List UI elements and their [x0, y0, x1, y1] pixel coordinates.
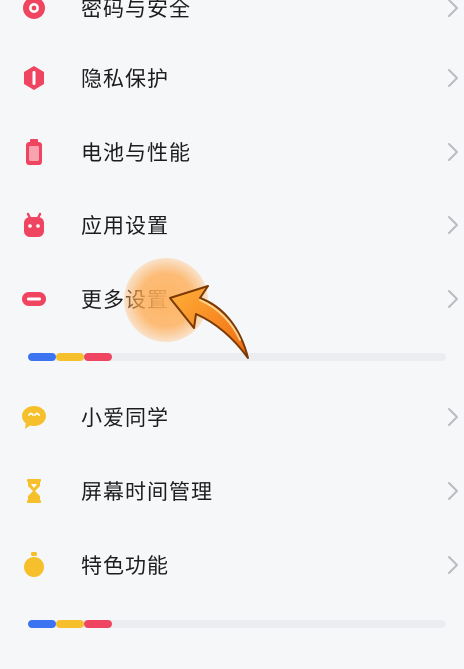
- settings-item-password-security[interactable]: 密码与安全: [0, 0, 464, 44]
- more-settings-icon: [20, 285, 48, 313]
- settings-item-label: 密码与安全: [81, 0, 191, 21]
- divider-accent-blue: [28, 620, 56, 628]
- settings-item-privacy[interactable]: 隐私保护: [0, 42, 464, 114]
- settings-item-battery[interactable]: 电池与性能: [0, 116, 464, 188]
- chevron-right-icon: [448, 143, 458, 161]
- divider-accent-red: [84, 353, 112, 361]
- battery-icon: [20, 138, 48, 166]
- chevron-right-icon: [448, 482, 458, 500]
- settings-item-screen-time[interactable]: 屏幕时间管理: [0, 455, 464, 527]
- xiaoai-chat-icon: [20, 403, 48, 431]
- android-app-icon: [20, 211, 48, 239]
- chevron-right-icon: [448, 290, 458, 308]
- settings-item-label: 小爱同学: [81, 406, 169, 430]
- hourglass-icon: [20, 477, 48, 505]
- divider-accent-yellow: [56, 353, 84, 361]
- settings-item-features[interactable]: 特色功能: [0, 529, 464, 601]
- privacy-shield-icon: [20, 64, 48, 92]
- chevron-right-icon: [448, 556, 458, 574]
- section-divider: [28, 353, 446, 361]
- settings-item-more-settings[interactable]: 更多设置: [0, 263, 464, 335]
- divider-accent-red: [84, 620, 112, 628]
- settings-item-xiaoai[interactable]: 小爱同学: [0, 381, 464, 453]
- feature-bulb-icon: [20, 551, 48, 579]
- settings-item-label: 隐私保护: [81, 67, 169, 91]
- settings-item-app-settings[interactable]: 应用设置: [0, 189, 464, 261]
- chevron-right-icon: [448, 216, 458, 234]
- settings-item-label: 特色功能: [81, 554, 169, 578]
- settings-screen: 密码与安全 隐私保护 电池与性能 应用设置 更多设置 小爱同学 屏幕时间管理 特…: [0, 0, 464, 669]
- chevron-right-icon: [448, 0, 458, 17]
- settings-item-label: 更多设置: [81, 288, 169, 312]
- chevron-right-icon: [448, 69, 458, 87]
- divider-accent-yellow: [56, 620, 84, 628]
- divider-accent-blue: [28, 353, 56, 361]
- section-divider: [28, 620, 446, 628]
- chevron-right-icon: [448, 408, 458, 426]
- settings-item-label: 应用设置: [81, 214, 169, 238]
- settings-item-label: 屏幕时间管理: [81, 480, 213, 504]
- lock-shield-icon: [20, 0, 48, 22]
- settings-item-label: 电池与性能: [81, 141, 191, 165]
